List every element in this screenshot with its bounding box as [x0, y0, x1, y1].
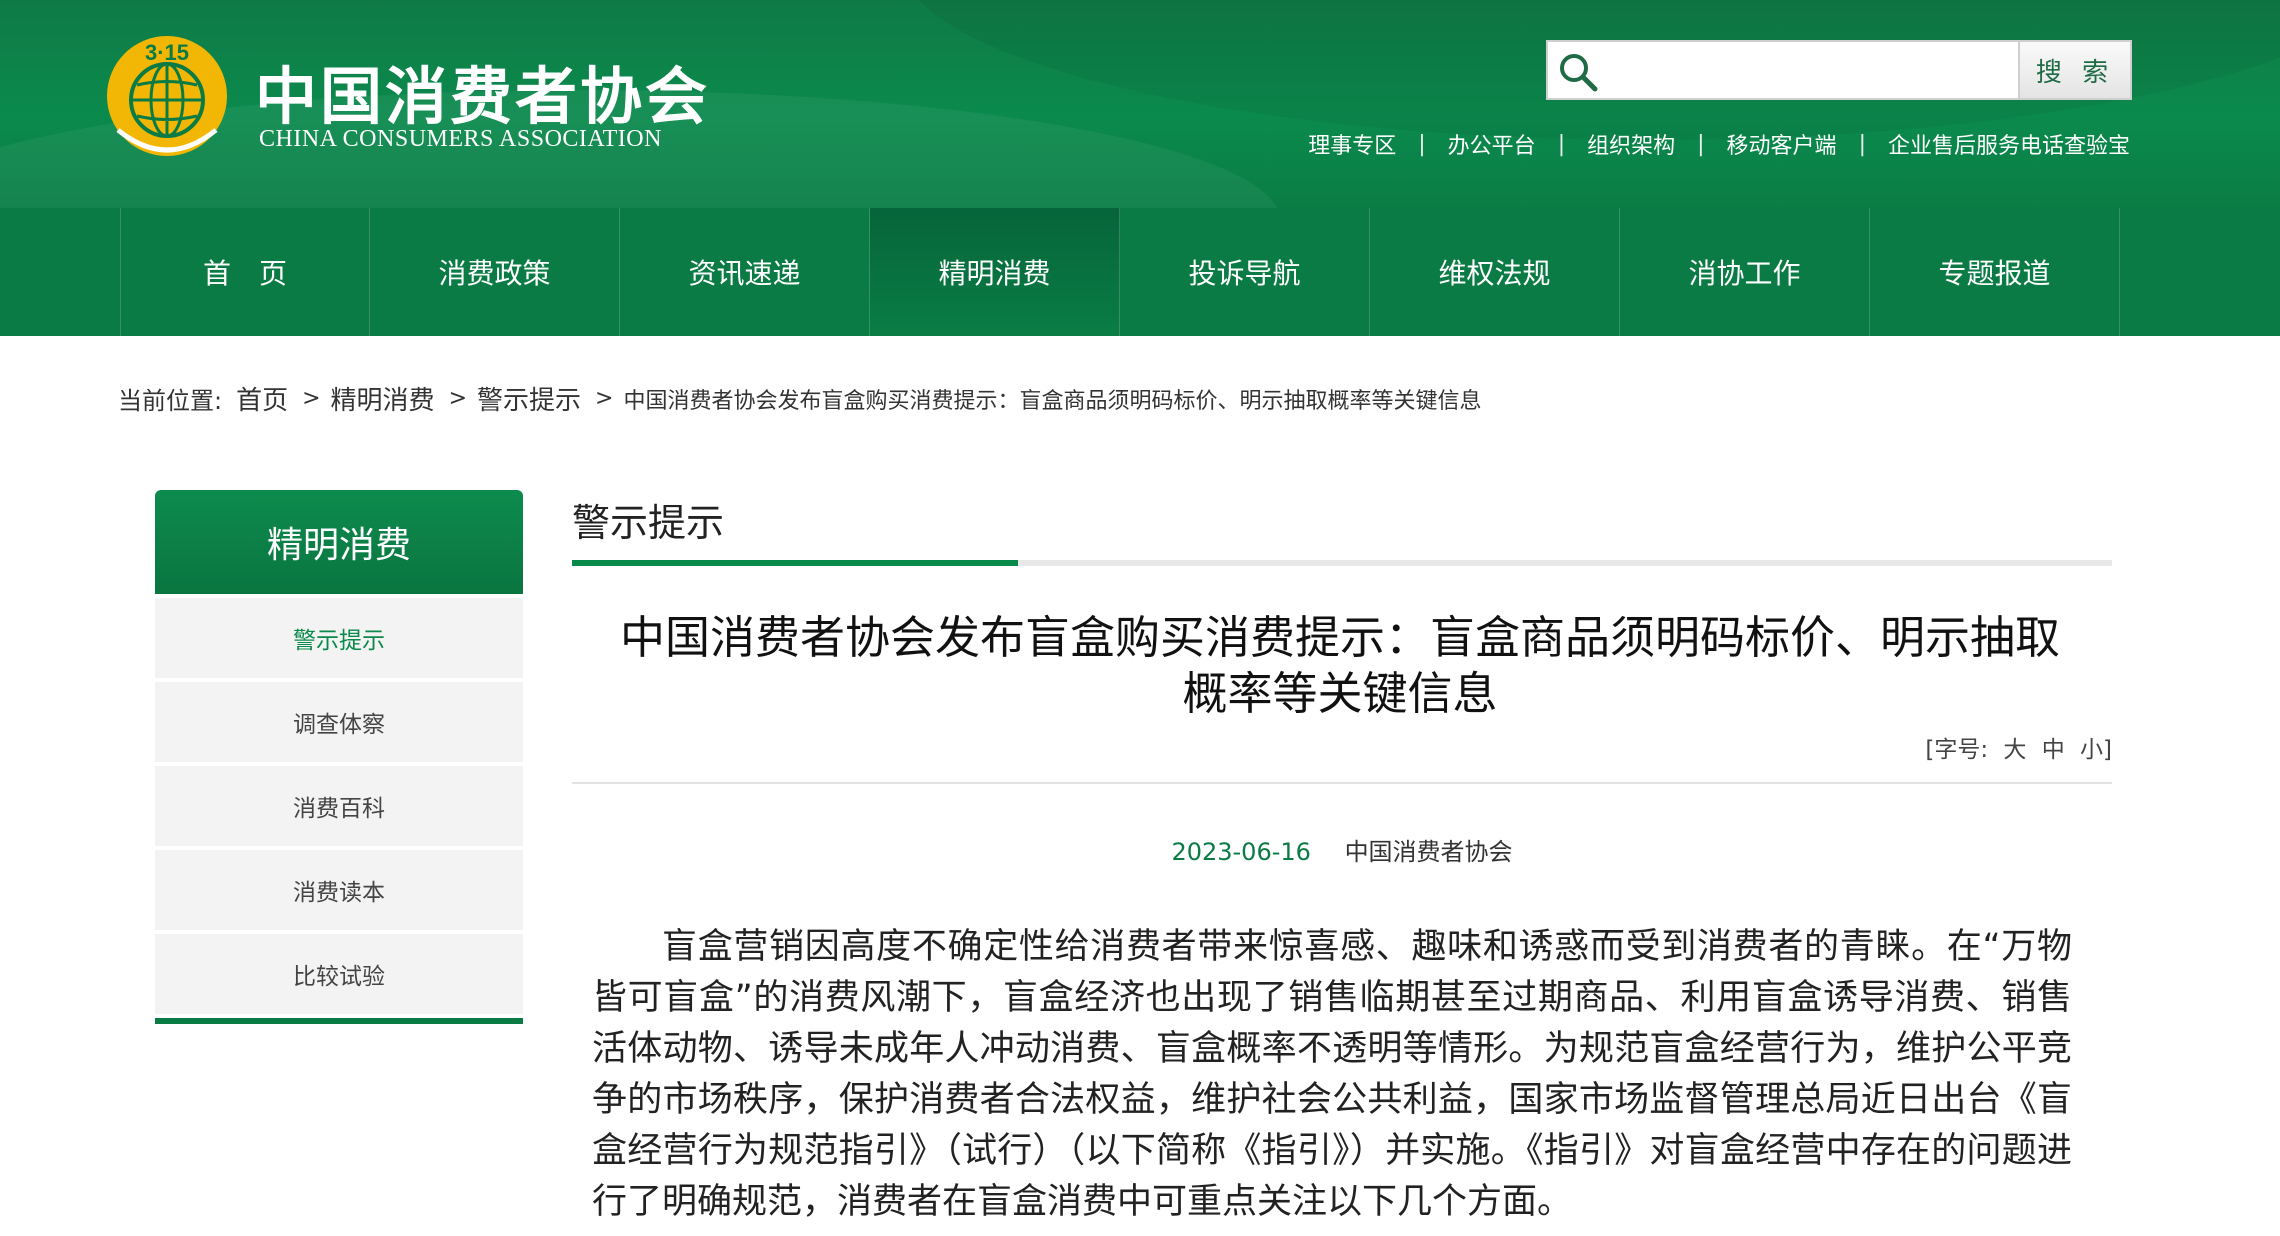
nav-item-complaint-guide[interactable]: 投诉导航 [1120, 208, 1370, 336]
nav-item-smart-consumption[interactable]: 精明消费 [870, 208, 1120, 336]
main-nav: 首 页 消费政策 资讯速递 精明消费 投诉导航 维权法规 消协工作 专题报道 [0, 208, 2280, 336]
section-title: 警示提示 [572, 501, 725, 545]
sidebar-item-comparative-tests[interactable]: 比较试验 [155, 934, 523, 1014]
top-links: 理事专区 | 办公平台 | 组织架构 | 移动客户端 | 企业售后服务电话查验宝 [1308, 128, 2130, 160]
search-input[interactable] [1606, 44, 1986, 96]
nav-item-special-reports[interactable]: 专题报道 [1870, 208, 2120, 336]
separator: | [1557, 131, 1566, 157]
separator: | [1418, 131, 1426, 157]
font-size-control: [字号: 大 中 小] [1925, 730, 2112, 764]
top-link-aftersales-check[interactable]: 企业售后服务电话查验宝 [1888, 128, 2130, 160]
top-link-council[interactable]: 理事专区 [1308, 128, 1396, 160]
sidebar-item-warnings[interactable]: 警示提示 [155, 598, 523, 678]
cca-logo-emblem[interactable]: 3·15 [104, 30, 230, 160]
breadcrumb-home[interactable]: 首页 [236, 380, 288, 417]
section-title-accent [572, 560, 1018, 566]
article-title: 中国消费者协会发布盲盒购买消费提示：盲盒商品须明码标价、明示抽取概率等关键信息 [619, 611, 2060, 720]
separator: | [1697, 131, 1705, 157]
search-button[interactable]: 搜 索 [2018, 42, 2130, 98]
article-date: 2023-06-16 [1171, 838, 1311, 866]
article-source: 中国消费者协会 [1344, 838, 1513, 866]
font-size-large[interactable]: 大 [2003, 737, 2026, 763]
section-title-underline [572, 560, 2112, 566]
breadcrumb-smart-consumption[interactable]: 精明消费 [331, 380, 435, 417]
article-meta: 2023-06-16 中国消费者协会 [572, 832, 2112, 867]
sidebar-bottom-bar [155, 1018, 523, 1024]
article-divider [572, 782, 2112, 784]
top-link-office[interactable]: 办公平台 [1448, 128, 1536, 160]
breadcrumb-prefix: 当前位置: [118, 387, 223, 415]
nav-item-news[interactable]: 资讯速递 [620, 208, 870, 336]
font-size-small[interactable]: 小 [2080, 737, 2103, 763]
article-paragraph: 盲盒营销因高度不确定性给消费者带来惊喜感、趣味和诱惑而受到消费者的青睐。在“万物… [592, 927, 2072, 1222]
sidebar-item-surveys[interactable]: 调查体察 [155, 682, 523, 762]
search-bar: 搜 索 [1546, 40, 2132, 100]
breadcrumb-separator: > [448, 386, 467, 411]
nav-item-association-work[interactable]: 消协工作 [1620, 208, 1870, 336]
breadcrumb-separator: > [302, 386, 321, 411]
org-name-en: CHINA CONSUMERS ASSOCIATION [259, 126, 662, 152]
org-name-cn[interactable]: 中国消费者协会 [255, 46, 710, 136]
font-size-close-bracket: ] [2103, 737, 2112, 763]
nav-item-regulations[interactable]: 维权法规 [1370, 208, 1620, 336]
sidebar: 精明消费 警示提示 调查体察 消费百科 消费读本 比较试验 [155, 490, 523, 1024]
nav-item-policy[interactable]: 消费政策 [370, 208, 620, 336]
breadcrumb-separator: > [595, 386, 614, 411]
top-link-organization[interactable]: 组织架构 [1587, 128, 1675, 160]
font-size-medium[interactable]: 中 [2042, 737, 2065, 763]
logo-badge-text: 3·15 [145, 40, 189, 65]
site-header: 3·15 中国消费者协会 CHINA CONSUMERS ASSOCIATION… [0, 0, 2280, 208]
sidebar-item-encyclopedia[interactable]: 消费百科 [155, 766, 523, 846]
breadcrumb: 当前位置: 首页 > 精明消费 > 警示提示 > 中国消费者协会发布盲盒购买消费… [118, 380, 1481, 417]
font-size-label: [字号: [1925, 737, 1989, 763]
sidebar-title: 精明消费 [155, 490, 523, 594]
breadcrumb-warnings[interactable]: 警示提示 [477, 380, 581, 417]
breadcrumb-current: 中国消费者协会发布盲盒购买消费提示：盲盒商品须明码标价、明示抽取概率等关键信息 [623, 388, 1482, 414]
top-link-mobile-client[interactable]: 移动客户端 [1727, 128, 1837, 160]
search-icon [1560, 54, 1598, 92]
separator: | [1858, 131, 1866, 157]
sidebar-item-readers[interactable]: 消费读本 [155, 850, 523, 930]
nav-item-home[interactable]: 首 页 [120, 208, 370, 336]
